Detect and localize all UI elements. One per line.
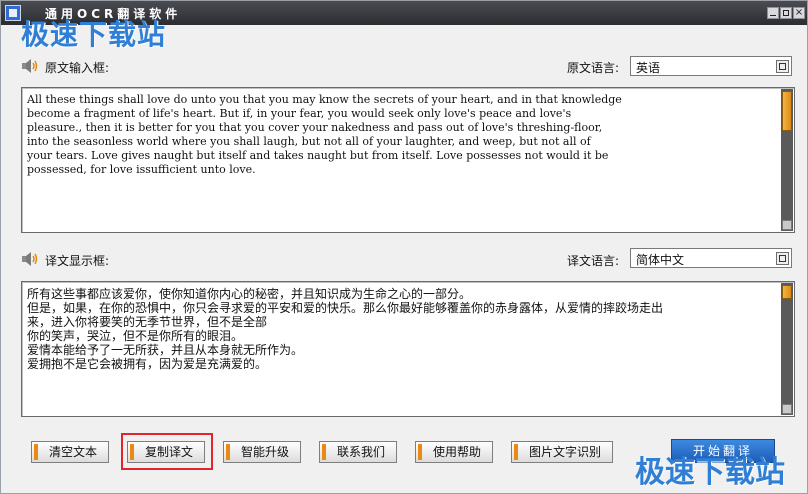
contact-us-button[interactable]: 联系我们 bbox=[319, 441, 397, 463]
dropdown-arrow-icon[interactable] bbox=[776, 60, 789, 73]
watermark-logo-bottom: 极速下载站 bbox=[635, 455, 785, 490]
close-button[interactable]: × bbox=[793, 7, 805, 19]
smart-upgrade-button[interactable]: 智能升级 bbox=[223, 441, 301, 463]
image-ocr-button[interactable]: 图片文字识别 bbox=[511, 441, 613, 463]
source-scroll-thumb[interactable] bbox=[782, 91, 792, 131]
translated-text[interactable]: 所有这些事都应该爱你，使你知道你内心的秘密，并且知识成为生命之心的一部分。 但是… bbox=[27, 287, 770, 371]
target-language-value: 简体中文 bbox=[636, 253, 685, 267]
target-language-select[interactable]: 简体中文 bbox=[630, 248, 792, 268]
watermark-logo-top: 极速下载站 bbox=[21, 18, 167, 51]
scroll-down-icon[interactable] bbox=[782, 220, 792, 230]
app-logo-icon bbox=[5, 5, 21, 21]
scroll-down-icon[interactable] bbox=[782, 404, 792, 414]
dropdown-arrow-icon[interactable] bbox=[776, 252, 789, 265]
highlight-annotation bbox=[121, 433, 213, 470]
maximize-icon bbox=[783, 10, 789, 16]
close-icon: × bbox=[794, 7, 804, 18]
target-output-label: 译文显示框: bbox=[45, 254, 110, 268]
minimize-button[interactable] bbox=[767, 7, 779, 19]
target-text-area[interactable]: 所有这些事都应该爱你，使你知道你内心的秘密，并且知识成为生命之心的一部分。 但是… bbox=[21, 281, 795, 417]
help-button[interactable]: 使用帮助 bbox=[415, 441, 493, 463]
target-scrollbar[interactable] bbox=[781, 283, 793, 415]
source-language-value: 英语 bbox=[636, 61, 661, 75]
speaker-icon[interactable] bbox=[21, 252, 39, 266]
app-window: 通用OCR翻译软件 × 极速下载站 原文输入框: 原文语言: 英语 All th… bbox=[0, 0, 808, 494]
source-scrollbar[interactable] bbox=[781, 89, 793, 231]
source-language-select[interactable]: 英语 bbox=[630, 56, 792, 76]
target-scroll-thumb[interactable] bbox=[782, 285, 792, 299]
source-input-label: 原文输入框: bbox=[45, 61, 110, 75]
source-text[interactable]: All these things shall love do unto you … bbox=[27, 93, 770, 177]
speaker-icon[interactable] bbox=[21, 59, 39, 73]
minimize-icon bbox=[770, 15, 776, 16]
maximize-button[interactable] bbox=[780, 7, 792, 19]
source-language-label: 原文语言: bbox=[567, 61, 620, 75]
target-language-label: 译文语言: bbox=[567, 254, 620, 268]
clear-text-button[interactable]: 清空文本 bbox=[31, 441, 109, 463]
source-text-area[interactable]: All these things shall love do unto you … bbox=[21, 87, 795, 233]
